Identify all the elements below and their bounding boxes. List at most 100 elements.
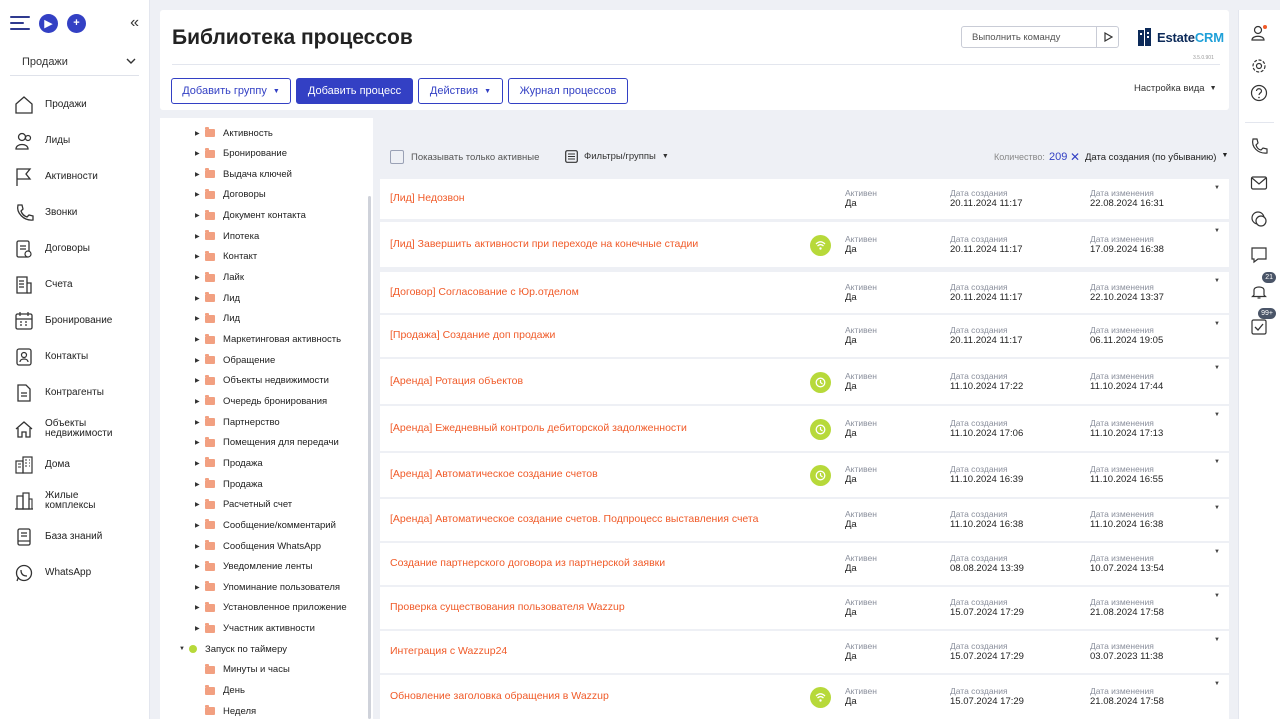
expand-arrow-icon[interactable]: ▶ xyxy=(195,357,205,364)
tree-item[interactable]: ▶ Лайк xyxy=(195,268,244,288)
process-name-link[interactable]: [Договор] Согласование с Юр.отделом xyxy=(390,286,579,298)
expand-arrow-icon[interactable]: ▶ xyxy=(195,501,205,508)
row-menu-caret-icon[interactable]: ▼ xyxy=(1214,505,1220,511)
expand-arrow-icon[interactable]: ▶ xyxy=(195,212,205,219)
sidebar-item-leads[interactable]: Лиды xyxy=(0,123,149,159)
tree-item[interactable]: ▶ Помещения для передачи xyxy=(195,433,339,453)
expand-arrow-icon[interactable]: ▶ xyxy=(195,315,205,322)
process-name-link[interactable]: Интеграция с Wazzup24 xyxy=(390,645,507,657)
process-name-link[interactable]: [Аренда] Автоматическое создание счетов xyxy=(390,468,598,480)
mail-icon[interactable] xyxy=(1248,172,1270,194)
row-menu-caret-icon[interactable]: ▼ xyxy=(1214,593,1220,599)
sidebar-item-calls[interactable]: Звонки xyxy=(0,195,149,231)
process-row[interactable]: [Аренда] Ежедневный контроль дебиторской… xyxy=(380,406,1229,451)
sidebar-item-knowledge-base[interactable]: База знаний xyxy=(0,519,149,555)
tree-item[interactable]: ▶ Договоры xyxy=(195,185,266,205)
expand-arrow-icon[interactable]: ▶ xyxy=(195,233,205,240)
hamburger-menu-icon[interactable] xyxy=(10,16,30,30)
tree-item[interactable]: ▶ Лид xyxy=(195,309,240,329)
tree-item[interactable]: Неделя xyxy=(205,701,256,719)
row-menu-caret-icon[interactable]: ▼ xyxy=(1214,412,1220,418)
tree-item[interactable]: ▶ Объекты недвижимости xyxy=(195,371,329,391)
expand-arrow-icon[interactable]: ▶ xyxy=(195,377,205,384)
process-name-link[interactable]: Создание партнерского договора из партне… xyxy=(390,557,665,569)
tree-item[interactable]: ▶ Выдача ключей xyxy=(195,164,292,184)
row-menu-caret-icon[interactable]: ▼ xyxy=(1214,185,1220,191)
process-row[interactable]: Интеграция с Wazzup24 Активен Да Дата созда… xyxy=(380,631,1229,673)
tree-item[interactable]: ▶ Сообщения WhatsApp xyxy=(195,536,321,556)
only-active-checkbox[interactable] xyxy=(390,150,404,164)
phone-icon[interactable] xyxy=(1248,136,1270,158)
sidebar-item-booking[interactable]: Бронирование xyxy=(0,303,149,339)
add-group-button[interactable]: Добавить группу ▼ xyxy=(171,78,291,104)
command-input[interactable]: Выполнить команду xyxy=(961,26,1119,48)
row-menu-caret-icon[interactable]: ▼ xyxy=(1214,459,1220,465)
row-menu-caret-icon[interactable]: ▼ xyxy=(1214,228,1220,234)
process-name-link[interactable]: Обновление заголовка обращения в Wazzup xyxy=(390,690,609,702)
sidebar-item-contacts[interactable]: Контакты xyxy=(0,339,149,375)
collapse-arrow-icon[interactable]: ▼ xyxy=(179,646,189,652)
expand-arrow-icon[interactable]: ▶ xyxy=(195,481,205,488)
process-row[interactable]: [Продажа] Создание доп продажи Активен Да Д… xyxy=(380,315,1229,357)
tree-item[interactable]: ▶ Участник активности xyxy=(195,619,315,639)
clear-count-icon[interactable]: ✕ xyxy=(1070,150,1080,164)
tasks-checkbox-icon[interactable]: 99+ xyxy=(1248,308,1276,338)
expand-arrow-icon[interactable]: ▶ xyxy=(195,150,205,157)
process-name-link[interactable]: [Аренда] Ежедневный контроль дебиторской… xyxy=(390,422,687,434)
expand-arrow-icon[interactable]: ▶ xyxy=(195,584,205,591)
row-menu-caret-icon[interactable]: ▼ xyxy=(1214,321,1220,327)
expand-arrow-icon[interactable]: ▶ xyxy=(195,295,205,302)
expand-arrow-icon[interactable]: ▶ xyxy=(195,563,205,570)
expand-arrow-icon[interactable]: ▶ xyxy=(195,604,205,611)
user-profile-icon[interactable] xyxy=(1248,22,1270,44)
help-icon[interactable] xyxy=(1248,82,1270,104)
sidebar-item-sales[interactable]: Продажи xyxy=(0,87,149,123)
sidebar-item-invoices[interactable]: Счета xyxy=(0,267,149,303)
sidebar-item-complexes[interactable]: Жилые комплексы xyxy=(0,483,149,519)
row-menu-caret-icon[interactable]: ▼ xyxy=(1214,681,1220,687)
tree-item[interactable]: ▶ Ипотека xyxy=(195,226,259,246)
actions-button[interactable]: Действия ▼ xyxy=(418,78,503,104)
tree-item[interactable]: ▶ Обращение xyxy=(195,350,275,370)
expand-arrow-icon[interactable]: ▶ xyxy=(195,439,205,446)
process-row[interactable]: [Аренда] Ротация объектов Активен Да Дата с… xyxy=(380,359,1229,404)
tree-item[interactable]: ▶ Очередь бронирования xyxy=(195,391,327,411)
tree-item[interactable]: ▶ Маркетинговая активность xyxy=(195,330,341,350)
chats-icon[interactable] xyxy=(1248,208,1270,230)
sidebar-item-houses[interactable]: Дома xyxy=(0,447,149,483)
process-name-link[interactable]: [Лид] Завершить активности при переходе … xyxy=(390,238,698,250)
tree-item[interactable]: ▶ Партнерство xyxy=(195,412,280,432)
tree-group-timer[interactable]: ▼ Запуск по таймеру xyxy=(179,639,287,659)
expand-arrow-icon[interactable]: ▶ xyxy=(195,543,205,550)
comment-icon[interactable] xyxy=(1248,244,1270,266)
tree-item[interactable]: ▶ Упоминание пользователя xyxy=(195,577,340,597)
process-row[interactable]: [Договор] Согласование с Юр.отделом Актив… xyxy=(380,272,1229,313)
process-name-link[interactable]: [Продажа] Создание доп продажи xyxy=(390,329,555,341)
tree-item[interactable]: ▶ Документ контакта xyxy=(195,206,306,226)
process-row[interactable]: [Аренда] Автоматическое создание счетов А… xyxy=(380,453,1229,497)
tree-scrollbar[interactable] xyxy=(368,196,371,719)
process-row[interactable]: [Лид] Завершить активности при переходе … xyxy=(380,222,1229,267)
expand-arrow-icon[interactable]: ▶ xyxy=(195,253,205,260)
sidebar-item-real-estate[interactable]: Объекты недвижимости xyxy=(0,411,149,447)
run-command-icon[interactable] xyxy=(1096,27,1118,47)
expand-arrow-icon[interactable]: ▶ xyxy=(195,522,205,529)
expand-arrow-icon[interactable]: ▶ xyxy=(195,419,205,426)
process-row[interactable]: Проверка существования пользователя Wazz… xyxy=(380,587,1229,629)
notifications-bell-icon[interactable]: 21 xyxy=(1248,272,1276,302)
expand-arrow-icon[interactable]: ▶ xyxy=(195,625,205,632)
expand-arrow-icon[interactable]: ▶ xyxy=(195,398,205,405)
tree-item[interactable]: Минуты и часы xyxy=(205,660,290,680)
process-journal-button[interactable]: Журнал процессов xyxy=(508,78,628,104)
tree-item[interactable]: День xyxy=(205,681,245,701)
process-name-link[interactable]: Проверка существования пользователя Wazz… xyxy=(390,601,625,613)
expand-arrow-icon[interactable]: ▶ xyxy=(195,274,205,281)
row-menu-caret-icon[interactable]: ▼ xyxy=(1214,549,1220,555)
view-settings-button[interactable]: Настройка вида ▼ xyxy=(1134,83,1217,94)
expand-arrow-icon[interactable]: ▶ xyxy=(195,191,205,198)
expand-arrow-icon[interactable]: ▶ xyxy=(195,130,205,137)
tree-item[interactable]: ▶ Сообщение/комментарий xyxy=(195,515,336,535)
tree-item[interactable]: ▶ Продажа xyxy=(195,453,263,473)
process-name-link[interactable]: [Аренда] Автоматическое создание счетов.… xyxy=(390,513,758,525)
process-name-link[interactable]: [Аренда] Ротация объектов xyxy=(390,375,523,387)
